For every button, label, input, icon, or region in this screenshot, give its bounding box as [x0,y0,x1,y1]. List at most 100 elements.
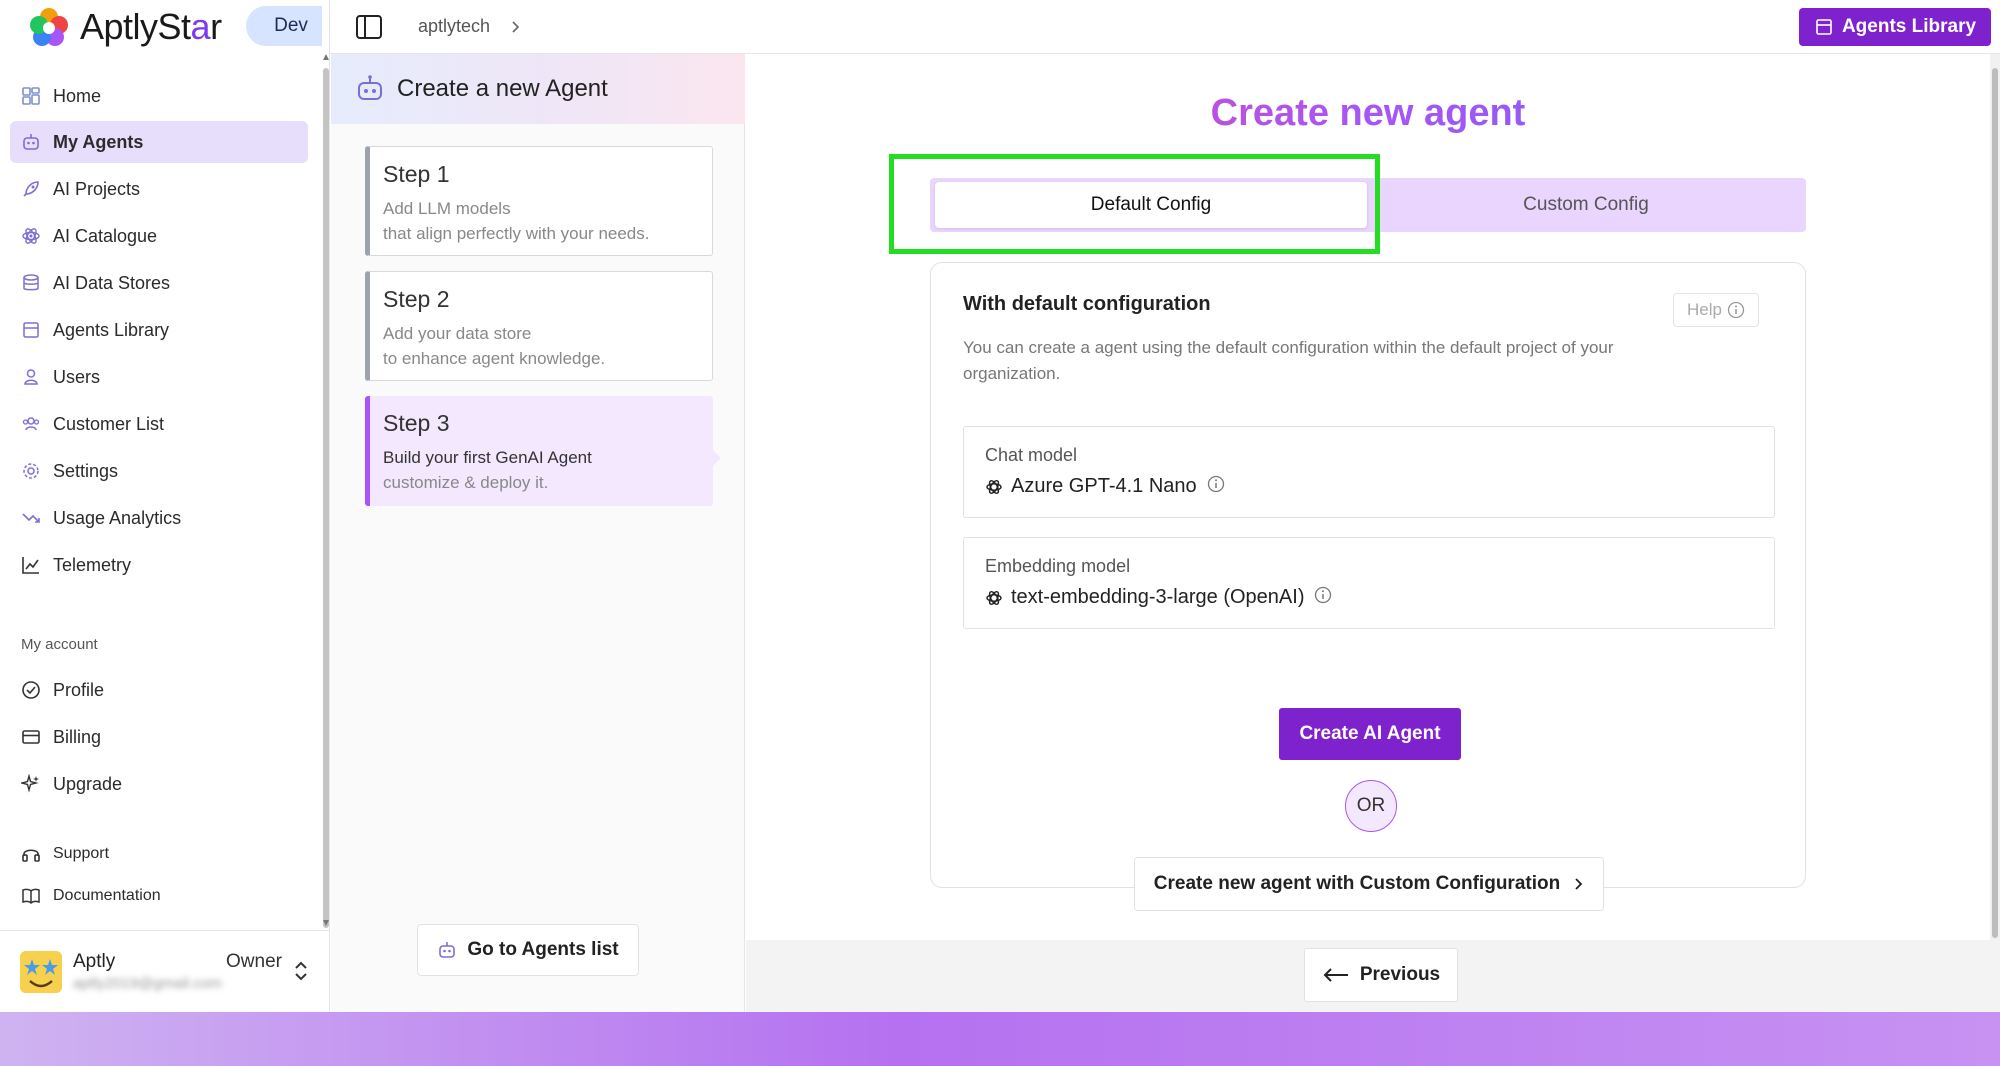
sidebar-item-label: Home [53,85,102,106]
library-icon [1816,19,1832,35]
tab-custom-config[interactable]: Custom Config [1370,182,1802,228]
top-bar: aptlytech Agents Library [330,0,2000,54]
sidebar-item-telemetry[interactable]: Telemetry [10,544,308,586]
step-title: Step 2 [383,286,450,312]
step-description-line1: Add your data store [383,324,532,343]
sidebar-item-users[interactable]: Users [10,356,308,398]
sidebar-item-label: Profile [53,679,105,700]
database-icon [23,274,39,291]
chat-model-box: Chat model Azure GPT-4.1 Nano [963,426,1775,518]
sidebar-item-label: Documentation [53,887,161,904]
step-card-1[interactable]: Step 1 Add LLM models that align perfect… [365,146,713,256]
sidebar-item-label: AI Catalogue [53,225,158,246]
trend-icon [22,513,40,523]
sidebar-toggle-icon[interactable] [355,13,383,41]
chart-line-icon [22,557,39,574]
help-label: Help [1687,300,1722,319]
agents-library-button[interactable]: Agents Library [1799,8,1991,46]
step-card-2[interactable]: Step 2 Add your data store to enhance ag… [365,271,713,381]
previous-button[interactable]: Previous [1304,948,1458,1002]
go-to-agents-list-label: Go to Agents list [467,939,619,960]
scroll-up-arrow-icon[interactable] [322,52,330,62]
user-account-card[interactable]: Aptly aptly2019@gmail.com Owner [0,930,330,1012]
info-icon[interactable] [1314,586,1332,604]
sidebar-item-customer-list[interactable]: Customer List [10,403,308,445]
default-config-card: With default configuration Help You can … [930,262,1806,911]
library-icon [23,322,39,338]
or-divider: OR [1345,780,1397,832]
step-title: Step 3 [383,410,450,436]
sidebar-scroll-thumb[interactable] [323,68,329,928]
sidebar-item-settings[interactable]: Settings [10,450,308,492]
chevron-up-down-icon[interactable] [292,959,310,983]
embedding-model-value: text-embedding-3-large (OpenAI) [1011,586,1305,608]
step-card-3[interactable]: Step 3 Build your first GenAI Agent cust… [365,396,713,506]
sidebar-item-ai-projects[interactable]: AI Projects [10,168,308,210]
sidebar-item-label: Settings [53,460,119,481]
scroll-down-arrow-icon[interactable] [322,918,330,928]
sidebar-item-documentation[interactable]: Documentation [10,875,308,917]
breadcrumb: aptlytech [418,16,522,37]
sidebar-item-profile[interactable]: Profile [10,669,308,711]
sidebar-item-ai-catalogue[interactable]: AI Catalogue [10,215,308,257]
sidebar-item-home[interactable]: Home [10,75,308,117]
create-custom-agent-label: Create new agent with Custom Configurati… [1153,873,1561,894]
check-circle-icon [22,681,40,699]
openai-icon [986,590,1002,605]
create-ai-agent-button[interactable]: Create AI Agent [1279,708,1461,760]
sidebar-item-label: AI Data Stores [53,272,171,293]
user-name: Aptly [73,951,116,972]
bottom-action-bar: Previous [746,940,2000,1012]
steps-header: Create a new Agent [331,54,745,124]
sidebar-item-billing[interactable]: Billing [10,716,308,758]
sidebar-item-label: AI Projects [53,178,141,199]
gear-icon [23,463,39,479]
help-button[interactable]: Help [1673,293,1759,327]
step-description-line2: customize & deploy it. [383,473,549,492]
info-icon[interactable] [1207,475,1225,493]
main-scrollbar[interactable] [1990,54,2000,940]
my-account-heading: My account [21,636,98,653]
user-icon [24,369,38,385]
environment-badge[interactable]: Dev [246,6,322,46]
step-title: Step 1 [383,161,450,187]
sidebar-item-usage-analytics[interactable]: Usage Analytics [10,497,308,539]
openai-icon [986,479,1002,494]
sidebar-item-my-agents[interactable]: My Agents [10,121,308,163]
steps-panel-title: Create a new Agent [397,75,608,102]
sidebar-item-label: Telemetry [53,554,132,575]
arrow-left-icon [1323,968,1348,982]
star-eyes-face-icon [20,951,62,993]
embedding-model-box: Embedding model text-embedding-3-large (… [963,537,1775,629]
sidebar-item-agents-library[interactable]: Agents Library [10,309,308,351]
embedding-model-value-row: text-embedding-3-large (OpenAI) [985,586,1332,609]
credit-card-icon [22,730,40,744]
sidebar-item-ai-data-stores[interactable]: AI Data Stores [10,262,308,304]
create-custom-agent-button[interactable]: Create new agent with Custom Configurati… [1134,857,1604,911]
go-to-agents-list-button[interactable]: Go to Agents list [417,924,639,976]
sidebar-item-support[interactable]: Support [10,833,308,875]
sidebar-item-label: Usage Analytics [53,507,182,528]
sidebar-item-upgrade[interactable]: Upgrade [10,763,308,805]
avatar [20,951,62,993]
agents-library-label: Agents Library [1841,16,1977,37]
main-scroll-thumb[interactable] [1992,68,1998,938]
sidebar-item-label: Support [53,845,110,862]
sidebar-item-label: Users [53,366,101,387]
customers-icon [22,417,40,431]
main-content: Create new agent Default Config Custom C… [746,54,1990,940]
brand-logo[interactable]: AptlyStar [28,5,222,49]
page-title: Create new agent [746,92,1990,135]
sidebar-scrollbar[interactable] [322,52,330,932]
embedding-model-label: Embedding model [985,556,1131,576]
chat-model-value: Azure GPT-4.1 Nano [1011,475,1197,497]
rocket-icon [23,181,39,197]
sidebar-item-label: Customer List [53,413,165,434]
chevron-right-icon [512,20,520,33]
robot-icon [358,75,382,100]
previous-label: Previous [1359,964,1441,985]
sidebar: AptlyStar Dev Home My Agents AI Projects… [0,0,330,1012]
step-description-line1: Build your first GenAI Agent [383,448,592,467]
steps-panel: Create a new Agent Step 1 Add LLM models… [331,54,745,1012]
breadcrumb-item-org[interactable]: aptlytech [418,16,490,37]
